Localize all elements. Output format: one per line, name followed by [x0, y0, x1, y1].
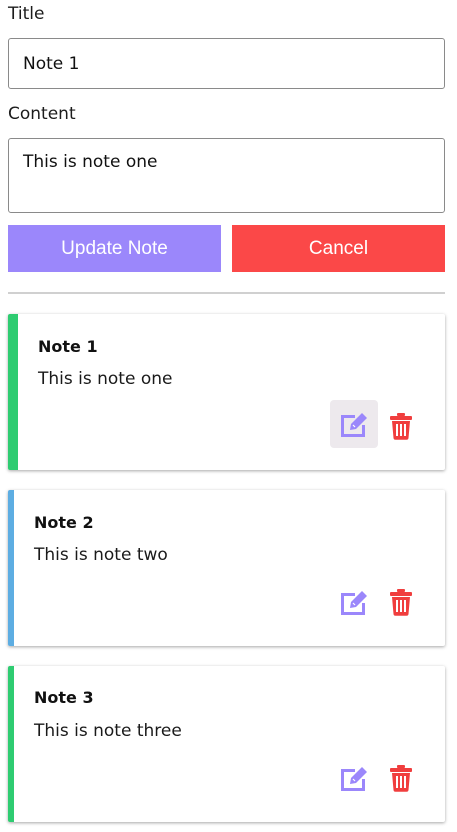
note-card: Note 3 This is note three [8, 666, 445, 822]
note-content: This is note three [34, 721, 182, 741]
cancel-button[interactable]: Cancel [232, 225, 445, 272]
edit-note-button[interactable] [330, 578, 378, 626]
edit-icon [338, 410, 370, 438]
delete-note-button[interactable] [377, 578, 425, 626]
title-input[interactable] [8, 38, 445, 89]
trash-icon [389, 412, 413, 440]
note-title: Note 1 [38, 337, 98, 356]
note-card: Note 1 This is note one [8, 314, 445, 470]
note-form: Title Content Update Note Cancel [8, 0, 445, 272]
edit-icon [338, 588, 370, 616]
title-label: Title [8, 4, 45, 24]
form-buttons: Update Note Cancel [8, 225, 445, 272]
note-content: This is note two [34, 545, 168, 565]
divider [8, 292, 445, 294]
update-note-button[interactable]: Update Note [8, 225, 221, 272]
content-label: Content [8, 104, 76, 124]
content-textarea[interactable] [8, 138, 445, 213]
delete-note-button[interactable] [377, 402, 425, 450]
note-content: This is note one [38, 369, 173, 389]
edit-icon [338, 764, 370, 792]
note-title: Note 3 [34, 688, 94, 707]
note-title: Note 2 [34, 513, 94, 532]
edit-note-button[interactable] [330, 754, 378, 802]
note-accent-bar [8, 666, 14, 822]
edit-note-button[interactable] [330, 400, 378, 448]
trash-icon [389, 588, 413, 616]
delete-note-button[interactable] [377, 754, 425, 802]
note-card: Note 2 This is note two [8, 490, 445, 646]
note-accent-bar [8, 314, 18, 470]
trash-icon [389, 764, 413, 792]
note-accent-bar [8, 490, 14, 646]
